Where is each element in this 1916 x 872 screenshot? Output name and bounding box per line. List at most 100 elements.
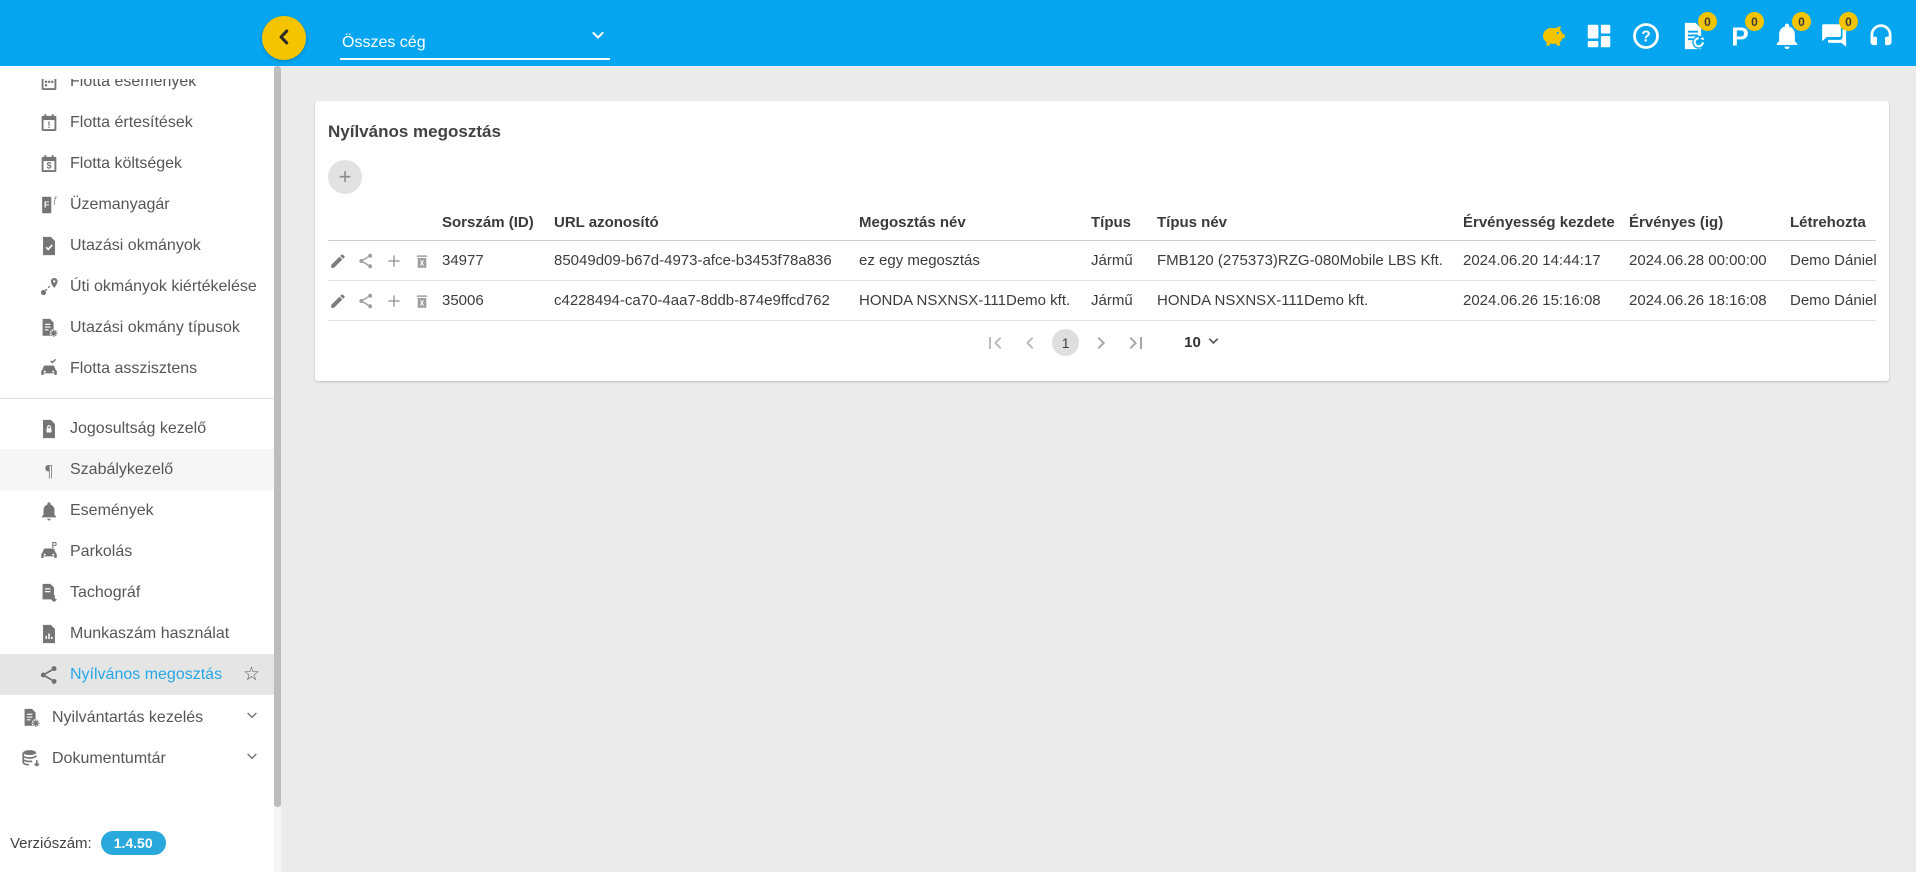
previous-page-button[interactable] [1017,330,1043,356]
svg-text:¶: ¶ [45,460,53,479]
document-lock-icon [38,418,60,440]
headset-icon [1866,21,1896,54]
sidebar-item-label: Flotta események [70,79,196,91]
back-button[interactable] [262,16,306,60]
sidebar-scrollbar-thumb[interactable] [274,66,281,807]
favorite-star-icon[interactable]: ☆ [243,663,260,686]
column-valid-to: Érvényes (ig) [1629,204,1790,241]
column-type-name: Típus név [1157,204,1463,241]
sidebar-item-uzemanyagar[interactable]: Ff Üzemanyagár [0,184,274,225]
sidebar-item-label: Jogosultság kezelő [70,420,206,438]
sidebar-item-utazasi-okmanyok[interactable]: Utazási okmányok [0,225,274,266]
chevron-left-icon [271,24,297,53]
sidebar-item-dokumentumtar[interactable]: Dokumentumtár [0,738,274,779]
add-related-button[interactable] [384,251,403,270]
dashboard-button[interactable] [1584,22,1614,52]
document-refresh-button[interactable]: 0 [1678,22,1708,52]
sidebar-item-utazasi-okmany-tipusok[interactable]: Utazási okmány típusok [0,307,274,348]
chevron-down-icon [244,707,260,728]
public-share-card: Nyílvános megosztás + Sorszám (ID) URL a… [315,101,1889,381]
row-actions [328,251,434,270]
sidebar-item-uti-okmanyok-kiertekelese[interactable]: Úti okmányok kiértékelése [0,266,274,307]
cell-name: ez egy megosztás [859,241,1091,281]
edit-button[interactable] [328,291,347,310]
table-row: 34977 85049d09-b67d-4973-afce-b3453f78a8… [328,241,1876,281]
row-actions [328,291,434,310]
piggy-bank-button[interactable] [1537,22,1567,52]
company-select[interactable]: Összes cég [340,24,610,60]
sidebar-item-flotta-koltsegek[interactable]: $ Flotta költségek [0,143,274,184]
column-name: Megosztás név [859,204,1091,241]
add-related-button[interactable] [384,291,403,310]
sidebar-item-label: Nyílvános megosztás [70,666,222,684]
sidebar-item-label: Nyilvántartás kezelés [52,709,203,727]
cell-valid-to: 2024.06.28 00:00:00 [1629,241,1790,281]
sidebar-item-flotta-esemenyek[interactable]: Flotta események [0,79,274,102]
next-page-button[interactable] [1088,330,1114,356]
chevron-down-icon [588,25,608,50]
cell-valid-to: 2024.06.26 18:16:08 [1629,281,1790,321]
svg-text:!: ! [47,119,50,129]
parking-button[interactable]: P 0 [1725,22,1755,52]
messages-badge: 0 [1839,12,1858,31]
sidebar-item-label: Flotta értesítések [70,114,193,132]
cell-id: 35006 [442,281,554,321]
sidebar-item-flotta-asszisztens[interactable]: Flotta asszisztens [0,348,274,389]
delete-button[interactable] [412,291,431,310]
document-check-icon [38,235,60,257]
cell-valid-from: 2024.06.26 15:16:08 [1463,281,1629,321]
first-page-button[interactable] [982,330,1008,356]
sidebar-item-label: Munkaszám használat [70,625,229,643]
messages-button[interactable]: 0 [1819,22,1849,52]
svg-text:F: F [44,199,49,209]
sidebar-item-nyilvantartas-kezeles[interactable]: Nyilvántartás kezelés [0,697,274,738]
company-select-value: Összes cég [342,34,426,52]
piggy-bank-icon [1537,21,1567,54]
cell-name: HONDA NSXNSX-111Demo kft. [859,281,1091,321]
delete-button[interactable] [412,251,431,270]
share-button[interactable] [356,251,375,270]
sidebar-item-parkolas[interactable]: P Parkolás [0,531,274,572]
cell-valid-from: 2024.06.20 14:44:17 [1463,241,1629,281]
notifications-button[interactable]: 0 [1772,22,1802,52]
current-page[interactable]: 1 [1052,329,1079,356]
sidebar-item-esemenyek[interactable]: Események [0,490,274,531]
column-type: Típus [1091,204,1157,241]
support-button[interactable] [1866,22,1896,52]
cell-id: 34977 [442,241,554,281]
cell-type: Jármű [1091,281,1157,321]
sidebar-item-flotta-ertesitesek[interactable]: ! Flotta értesítések [0,102,274,143]
sidebar-item-szabalykezelo[interactable]: ¶ Szabálykezelő [0,449,274,490]
help-button[interactable]: ? [1631,22,1661,52]
main-content: Nyílvános megosztás + Sorszám (ID) URL a… [281,66,1916,872]
notifications-badge: 0 [1792,12,1811,31]
edit-button[interactable] [328,251,347,270]
car-parking-icon: P [38,541,60,563]
document-chart-icon [38,623,60,645]
share-button[interactable] [356,291,375,310]
sidebar-nav: Flotta események ! Flotta értesítések $ … [0,79,274,695]
sidebar: Flotta események ! Flotta értesítések $ … [0,66,281,872]
document-gear-icon [38,317,60,339]
cell-url: 85049d09-b67d-4973-afce-b3453f78a836 [554,241,859,281]
sidebar-item-munkaszam-hasznalat[interactable]: Munkaszám használat [0,613,274,654]
cell-type-name: FMB120 (275373)RZG-080Mobile LBS Kft. [1157,241,1463,281]
column-id: Sorszám (ID) [442,204,554,241]
chevron-down-icon [244,748,260,769]
calendar-event-icon [38,79,60,93]
database-download-icon [20,748,42,770]
sidebar-item-label: Úti okmányok kiértékelése [70,278,257,296]
last-page-button[interactable] [1123,330,1149,356]
calendar-dollar-icon: $ [38,153,60,175]
topbar-actions: ? 0 P 0 0 0 [1537,22,1896,52]
add-share-button[interactable]: + [328,160,362,194]
page-title: Nyílvános megosztás [328,122,1876,142]
sidebar-item-label: Utazási okmányok [70,237,201,255]
version-row: Verziószám: 1.4.50 [10,829,166,857]
fuel-pump-icon: Ff [38,194,60,216]
sidebar-item-nyilvanos-megosztas[interactable]: Nyílvános megosztás ☆ [0,654,274,695]
page-size-select[interactable]: 10 [1184,332,1222,353]
cell-created-by: Demo Dániel [1790,241,1876,281]
sidebar-item-tachograf[interactable]: Tachográf [0,572,274,613]
sidebar-item-jogosultsag-kezelo[interactable]: Jogosultság kezelő [0,408,274,449]
